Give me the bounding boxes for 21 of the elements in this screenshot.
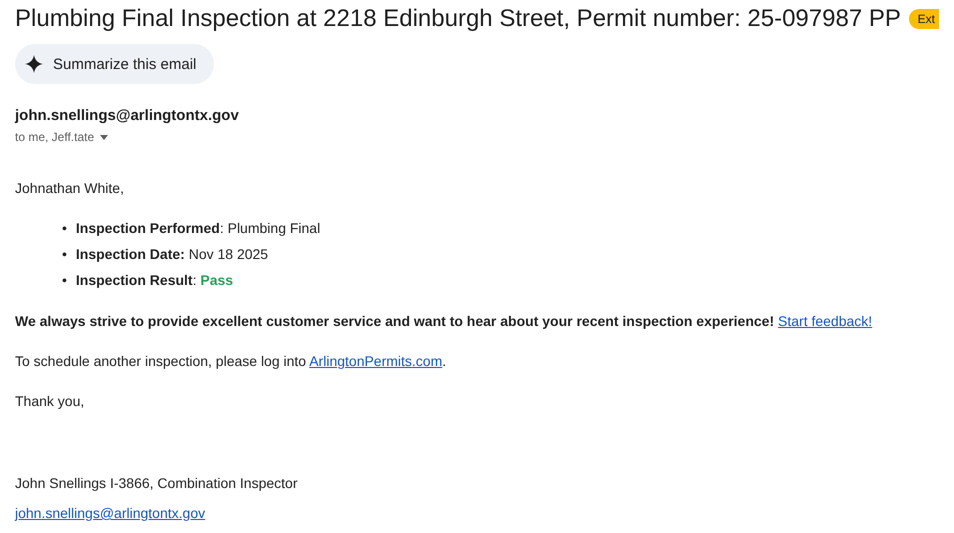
- bullet-icon: •: [62, 246, 67, 262]
- permits-link[interactable]: ArlingtonPermits.com: [309, 353, 442, 369]
- feedback-paragraph: We always strive to provide excellent customer service and want to hear about your recent inspection experience! Start feedback!: [15, 313, 874, 329]
- email-subject: Plumbing Final Inspection at 2218 Edinburgh Street, Permit number: 25-097987 PP: [15, 5, 901, 33]
- sender-address: john.snellings@arlingtontx.gov: [15, 107, 240, 124]
- greeting-text: Johnathan White,: [15, 180, 125, 196]
- feedback-link[interactable]: Start feedback!: [778, 313, 872, 329]
- closing-text: Thank you,: [15, 393, 86, 409]
- signature-email-link[interactable]: john.snellings@arlingtontx.gov: [15, 505, 206, 521]
- dropdown-caret-icon[interactable]: [100, 134, 108, 140]
- bullet-icon: •: [62, 272, 67, 288]
- sparkle-icon: [25, 55, 43, 73]
- signature-text: John Snellings I-3866, Combination Inspector: [15, 475, 299, 491]
- bullet-icon: •: [62, 220, 67, 236]
- detail-item: Inspection Date: Nov 18 2025: [76, 246, 268, 263]
- summarize-button[interactable]: Summarize this email: [15, 44, 214, 84]
- detail-item: Inspection Performed: Plumbing Final: [76, 220, 320, 237]
- recipients-text: to me, Jeff.tate: [15, 130, 94, 144]
- external-badge: Ext: [908, 9, 939, 29]
- detail-item: Inspection Result: Pass: [76, 272, 234, 289]
- schedule-paragraph: To schedule another inspection, please log into ArlingtonPermits.com.: [15, 353, 448, 369]
